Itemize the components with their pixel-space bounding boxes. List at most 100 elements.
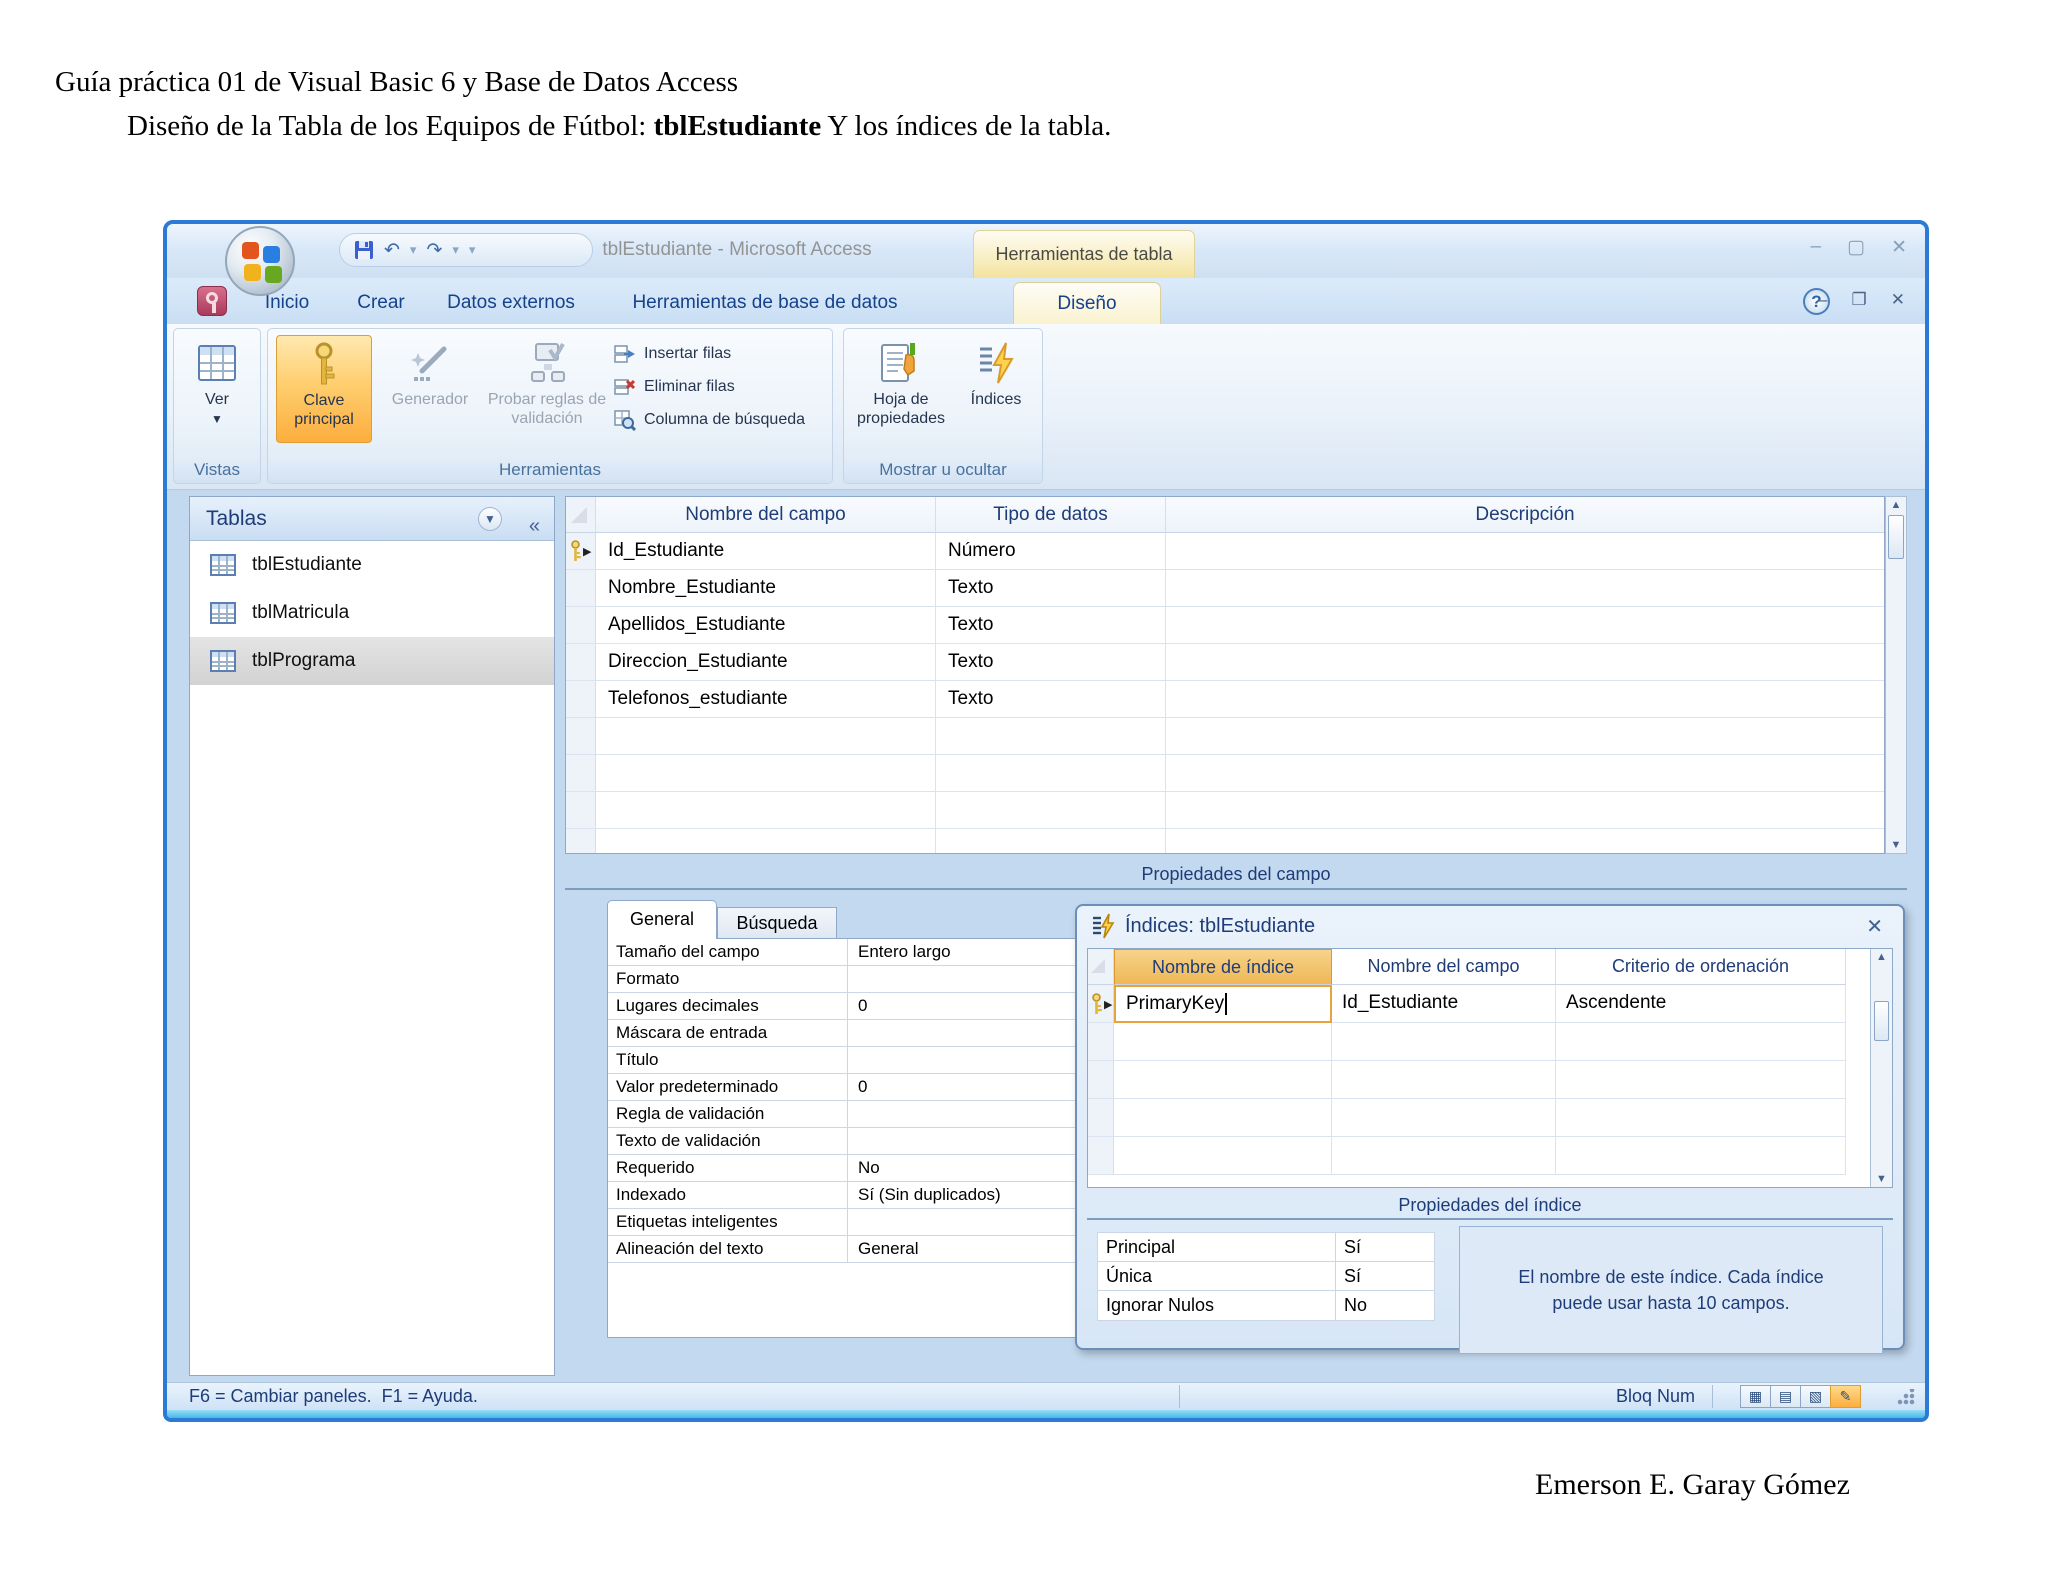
grid-cell[interactable] (1166, 792, 1884, 829)
columna-busqueda-button[interactable]: Columna de búsqueda (614, 403, 828, 436)
generador-button[interactable]: Generador (378, 335, 482, 409)
row-selector[interactable] (566, 718, 596, 755)
row-selector[interactable] (1088, 1099, 1114, 1137)
office-button[interactable] (225, 226, 295, 296)
tab-crear[interactable]: Crear (341, 282, 421, 324)
scroll-down-icon[interactable]: ▼ (1886, 839, 1906, 851)
grid-cell[interactable] (1332, 1061, 1556, 1099)
grid-cell[interactable] (1114, 1023, 1332, 1061)
minimize-icon[interactable]: – (1811, 236, 1822, 259)
nav-pane-header[interactable]: Tablas ▼ « (190, 497, 554, 541)
nav-item-tblmatricula[interactable]: tblMatricula (190, 589, 554, 637)
grid-cell[interactable] (936, 829, 1166, 853)
select-all-cell[interactable] (1088, 949, 1114, 985)
row-selector[interactable] (566, 829, 596, 853)
close-icon[interactable]: ✕ (1891, 236, 1907, 259)
grid-empty-row[interactable] (566, 792, 1884, 829)
design-grid-vertical-scrollbar[interactable]: ▲ ▼ (1885, 496, 1907, 854)
scroll-down-icon[interactable]: ▼ (1871, 1173, 1892, 1185)
grid-cell[interactable] (1556, 1023, 1846, 1061)
maximize-icon[interactable]: ▢ (1847, 236, 1865, 259)
nav-menu-dropdown-icon[interactable]: ▼ (478, 507, 502, 531)
column-header-data-type[interactable]: Tipo de datos (936, 497, 1166, 533)
grid-cell[interactable] (596, 755, 936, 792)
group-label-herramientas[interactable]: Herramientas (268, 456, 832, 483)
grid-cell[interactable] (596, 829, 936, 853)
design-view-button[interactable]: ✎ (1830, 1385, 1861, 1408)
description-cell[interactable] (1166, 607, 1884, 644)
grid-cell[interactable] (936, 718, 1166, 755)
index-empty-row[interactable] (1088, 1061, 1892, 1099)
row-selector[interactable] (566, 792, 596, 829)
eliminar-filas-button[interactable]: Eliminar filas (614, 370, 828, 403)
indexes-dialog-titlebar[interactable]: Índices: tblEstudiante ✕ (1077, 906, 1903, 946)
grid-cell[interactable] (936, 792, 1166, 829)
index-name-cell[interactable]: PrimaryKey (1114, 985, 1332, 1023)
grid-cell[interactable] (1166, 718, 1884, 755)
field-row-apellidos-estudiante[interactable]: Apellidos_Estudiante Texto (566, 607, 1884, 644)
tab-datos-externos[interactable]: Datos externos (431, 282, 591, 324)
scrollbar-thumb[interactable] (1888, 515, 1904, 559)
pivotchart-view-button[interactable]: ▧ (1800, 1385, 1831, 1408)
doc-close-icon[interactable]: ✕ (1891, 290, 1905, 310)
clave-principal-button[interactable]: Clave principal (276, 335, 372, 443)
redo-dropdown-icon[interactable]: ▾ (452, 242, 459, 258)
column-header-field-name[interactable]: Nombre del campo (596, 497, 936, 533)
tab-diseno[interactable]: Diseño (1013, 282, 1161, 324)
row-selector[interactable] (566, 570, 596, 607)
row-selector[interactable] (566, 755, 596, 792)
hoja-propiedades-button[interactable]: Hoja de propiedades (850, 335, 952, 428)
save-icon[interactable] (354, 240, 374, 260)
undo-dropdown-icon[interactable]: ▾ (410, 242, 417, 258)
field-row-telefonos-estudiante[interactable]: Telefonos_estudiante Texto (566, 681, 1884, 718)
description-cell[interactable] (1166, 644, 1884, 681)
indexes-vertical-scrollbar[interactable]: ▲ ▼ (1870, 949, 1892, 1187)
customize-qat-icon[interactable]: ▾ (469, 242, 476, 258)
ver-button[interactable]: Ver ▼ (182, 335, 252, 429)
row-selector[interactable] (566, 644, 596, 681)
probar-reglas-button[interactable]: Probar reglas de validación (484, 335, 610, 428)
grid-cell[interactable] (1114, 1099, 1332, 1137)
description-cell[interactable] (1166, 533, 1884, 570)
prop-row[interactable]: Principal Sí (1098, 1233, 1434, 1262)
tab-busqueda[interactable]: Búsqueda (717, 907, 837, 939)
tab-herramientas-bd[interactable]: Herramientas de base de datos (597, 282, 933, 324)
row-selector[interactable] (566, 681, 596, 718)
insertar-filas-button[interactable]: Insertar filas (614, 337, 828, 370)
indices-button[interactable]: Índices (956, 335, 1036, 409)
tab-general[interactable]: General (607, 900, 717, 939)
redo-icon[interactable]: ↷ (426, 239, 442, 262)
grid-empty-row[interactable] (566, 718, 1884, 755)
grid-cell[interactable] (1332, 1099, 1556, 1137)
field-row-id-estudiante[interactable]: ▶ Id_Estudiante Número (566, 533, 1884, 570)
grid-cell[interactable] (1556, 1061, 1846, 1099)
index-empty-row[interactable] (1088, 1099, 1892, 1137)
grid-cell[interactable] (1114, 1137, 1332, 1175)
grid-cell[interactable] (1556, 1137, 1846, 1175)
column-header-index-name[interactable]: Nombre de índice (1114, 949, 1332, 985)
nav-item-tblprograma[interactable]: tblPrograma (190, 637, 554, 685)
grid-cell[interactable] (1166, 829, 1884, 853)
shutter-bar-collapse-icon[interactable]: « (529, 505, 540, 548)
row-selector[interactable] (1088, 1023, 1114, 1061)
select-all-cell[interactable] (566, 497, 596, 533)
description-cell[interactable] (1166, 681, 1884, 718)
undo-icon[interactable]: ↶ (384, 239, 400, 262)
row-selector[interactable]: ▶ (566, 533, 596, 570)
description-cell[interactable] (1166, 570, 1884, 607)
grid-cell[interactable] (1332, 1137, 1556, 1175)
resize-grip[interactable] (1897, 1389, 1915, 1405)
grid-empty-row[interactable] (566, 829, 1884, 853)
column-header-field-name[interactable]: Nombre del campo (1332, 949, 1556, 985)
field-row-direccion-estudiante[interactable]: Direccion_Estudiante Texto (566, 644, 1884, 681)
group-label-mostrar[interactable]: Mostrar u ocultar (844, 456, 1042, 483)
prop-row[interactable]: Única Sí (1098, 1262, 1434, 1291)
prop-row[interactable]: Ignorar Nulos No (1098, 1291, 1434, 1320)
doc-minimize-icon[interactable]: – (1818, 290, 1827, 310)
group-label-vistas[interactable]: Vistas (174, 456, 260, 483)
index-empty-row[interactable] (1088, 1137, 1892, 1175)
column-header-sort-order[interactable]: Criterio de ordenación (1556, 949, 1846, 985)
index-empty-row[interactable] (1088, 1023, 1892, 1061)
grid-cell[interactable] (1556, 1099, 1846, 1137)
grid-cell[interactable] (1332, 1023, 1556, 1061)
